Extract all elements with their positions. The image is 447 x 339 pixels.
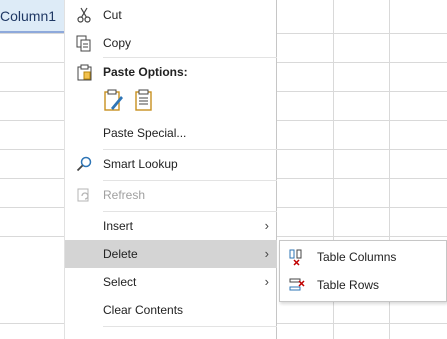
delete-table-columns-icon [288, 248, 306, 266]
menu-item-label: Refresh [103, 188, 146, 202]
delete-submenu: Table Columns Table Rows [279, 240, 447, 302]
menu-item-clear-contents[interactable]: Clear Contents [65, 296, 277, 324]
menu-item-cut[interactable]: Cut [65, 1, 277, 29]
clipboard-icon [75, 63, 93, 81]
copy-icon [75, 34, 93, 52]
menu-item-paste-special[interactable]: Paste Special... [65, 119, 277, 147]
search-icon [75, 155, 93, 173]
menu-separator [103, 326, 277, 327]
paste-options-title: Paste Options: [103, 65, 188, 79]
menu-item-label: Paste Special... [103, 126, 187, 140]
scissors-icon [75, 6, 93, 24]
paste-options-group [103, 88, 155, 114]
submenu-item-label: Table Columns [317, 250, 397, 264]
submenu-item-label: Table Rows [317, 278, 380, 292]
refresh-icon [75, 186, 93, 204]
submenu-item-table-rows[interactable]: Table Rows [280, 271, 446, 299]
chevron-right-icon: › [264, 274, 269, 289]
paste-values-icon[interactable] [133, 88, 155, 112]
chevron-right-icon: › [264, 246, 269, 261]
menu-item-copy[interactable]: Copy [65, 29, 277, 57]
menu-item-refresh: Refresh [65, 181, 277, 209]
menu-item-label: Copy [103, 36, 132, 50]
menu-item-label: Select [103, 275, 137, 289]
delete-table-rows-icon [288, 276, 306, 294]
menu-item-paste-options: Paste Options: [65, 58, 277, 86]
menu-item-delete[interactable]: Delete › [65, 240, 277, 268]
submenu-item-table-columns[interactable]: Table Columns [280, 243, 446, 271]
menu-item-smart-lookup[interactable]: Smart Lookup [65, 150, 277, 178]
menu-item-insert[interactable]: Insert › [65, 212, 277, 240]
menu-item-label: Insert [103, 219, 134, 233]
menu-item-label: Clear Contents [103, 303, 184, 317]
column-header-cell[interactable]: Column1 [0, 0, 67, 33]
menu-item-label: Delete [103, 247, 138, 261]
menu-item-label: Cut [103, 8, 122, 22]
paste-formatting-icon[interactable] [103, 88, 125, 112]
column-header-label: Column1 [0, 8, 57, 24]
chevron-right-icon: › [264, 218, 269, 233]
menu-item-select[interactable]: Select › [65, 268, 277, 296]
menu-item-label: Smart Lookup [103, 157, 178, 171]
context-menu: Cut Copy Paste Options: Paste Special...… [64, 0, 277, 339]
